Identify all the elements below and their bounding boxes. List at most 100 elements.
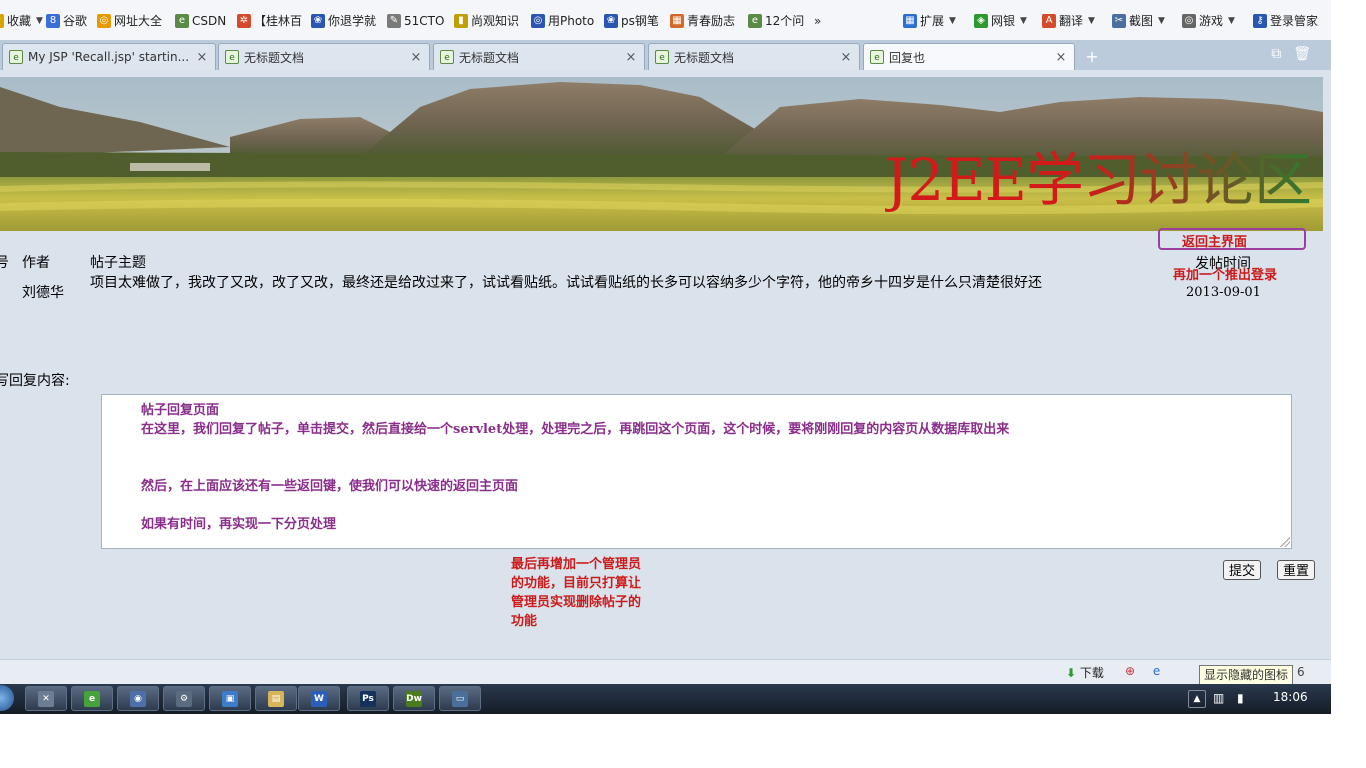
- restore-tabs-icon[interactable]: ⧉: [1271, 46, 1281, 62]
- taskbar: ✕ e ◉ ⚙ ▣ ▤ W Ps Dw ▭ ▲ ▥ ▮ 18:06: [0, 684, 1331, 714]
- reply-line: 在这里，我们回复了帖子，单击提交，然后直接给一个servlet处理，处理完之后，…: [141, 422, 1010, 437]
- media-icon: ◉: [130, 691, 146, 707]
- explorer-icon: ▤: [268, 691, 284, 707]
- reply-line: 如果有时间，再实现一下分页处理: [141, 517, 337, 532]
- page-favicon-icon: e: [440, 50, 454, 64]
- scissors-icon: ✂: [1112, 14, 1126, 28]
- back-to-main-link[interactable]: 返回主界面: [1182, 231, 1247, 250]
- tooltip: 显示隐藏的图标: [1199, 665, 1294, 685]
- taskbar-dreamweaver-button[interactable]: Dw: [393, 686, 435, 711]
- ie-icon[interactable]: e: [1153, 664, 1160, 678]
- reply-textarea[interactable]: 帖子回复页面 在这里，我们回复了帖子，单击提交，然后直接给一个servlet处理…: [101, 394, 1292, 549]
- translate-icon: A: [1042, 14, 1056, 28]
- window-icon: ▭: [452, 691, 468, 707]
- taskbar-tool-button[interactable]: ⚙: [163, 686, 205, 711]
- tab-title: 无标题文档: [459, 50, 520, 65]
- new-tab-button[interactable]: +: [1080, 46, 1104, 68]
- reset-button[interactable]: 重置: [1277, 560, 1316, 580]
- download-arrow-icon: ⬇: [1066, 666, 1077, 680]
- chevron-down-icon[interactable]: ▼: [1158, 11, 1165, 31]
- toolbar-item[interactable]: ◎ 游戏 ▼: [1182, 11, 1235, 31]
- close-icon[interactable]: ×: [195, 50, 209, 65]
- submit-button[interactable]: 提交: [1223, 560, 1262, 580]
- logout-link[interactable]: 再加一个推出登录: [1173, 264, 1277, 283]
- start-button[interactable]: [0, 685, 14, 711]
- toolbar-label: 游戏: [1199, 14, 1224, 28]
- desktop-icon: ✕: [38, 691, 54, 707]
- browser-tab[interactable]: e 回复也 ×: [863, 43, 1075, 70]
- browser-icon: e: [84, 691, 100, 707]
- toolbar-label: 翻译: [1059, 14, 1084, 28]
- network-icon[interactable]: ▥: [1213, 691, 1224, 705]
- post-time: 2013-09-01: [1186, 285, 1261, 300]
- tab-strip: e My JSP 'Recall.jsp' startin... × e 无标题文档 × e…: [0, 40, 1331, 70]
- trash-icon[interactable]: 🗑: [1293, 46, 1311, 62]
- tab-title: 回复也: [889, 50, 926, 65]
- page-favicon-icon: e: [9, 50, 23, 64]
- toolbar-label: 网银: [991, 14, 1016, 28]
- grid-icon: ▦: [903, 14, 917, 28]
- page-favicon-icon: e: [225, 50, 239, 64]
- bookmarks-bar: ★收藏▼8谷歌◎网址大全eCSDN✲【桂林百❀你退学就✎51CTO▮尚观知识◎用…: [0, 0, 1331, 41]
- status-bar: ⬇ 下载 ⊕ e 显示隐藏的图标 6: [0, 659, 1331, 685]
- power-icon[interactable]: ▮: [1237, 691, 1244, 705]
- toolbar-item[interactable]: ▦ 扩展 ▼: [903, 11, 956, 31]
- taskbar-photoshop-button[interactable]: Ps: [347, 686, 389, 711]
- page-favicon-icon: e: [655, 50, 669, 64]
- toolbar-item[interactable]: ◈ 网银 ▼: [974, 11, 1027, 31]
- toolbar-item[interactable]: ✂ 截图 ▼: [1112, 11, 1165, 31]
- admin-note: 最后再增加一个管理员的功能，目前只打算让管理员实现删除帖子的功能: [511, 557, 642, 629]
- resize-handle[interactable]: [1280, 537, 1290, 547]
- download-button[interactable]: ⬇ 下载: [1066, 664, 1104, 681]
- col-subject: 帖子主题: [90, 255, 146, 271]
- close-icon[interactable]: ×: [624, 50, 638, 65]
- post-author: 刘德华: [22, 285, 64, 301]
- post-body: 项目太难做了，我改了又改，改了又改，最终还是给改过来了，试试看贴纸。试试看贴纸的…: [90, 275, 1042, 291]
- browser-tab[interactable]: e 无标题文档 ×: [648, 43, 860, 70]
- reply-label: 写回复内容:: [0, 373, 70, 389]
- toolbar-item[interactable]: ⚷ 登录管家: [1253, 11, 1318, 31]
- tab-title: My JSP 'Recall.jsp' startin...: [28, 50, 190, 64]
- taskbar-browser-button[interactable]: e: [71, 686, 113, 711]
- gamepad-icon: ◎: [1182, 14, 1196, 28]
- chevron-down-icon[interactable]: ▼: [1020, 11, 1027, 31]
- download-label: 下载: [1079, 666, 1104, 680]
- photoshop-icon: Ps: [360, 691, 376, 707]
- browser-tab[interactable]: e 无标题文档 ×: [433, 43, 645, 70]
- shield-icon: ◈: [974, 14, 988, 28]
- close-icon[interactable]: ×: [839, 50, 853, 65]
- page-favicon-icon: e: [870, 50, 884, 64]
- toolbar-item[interactable]: A 翻译 ▼: [1042, 11, 1095, 31]
- word-icon: W: [311, 691, 327, 707]
- col-author: 作者: [22, 255, 50, 271]
- close-icon[interactable]: ×: [1054, 50, 1068, 65]
- banner-image: J2EE学习讨论区: [0, 77, 1323, 231]
- show-hidden-icons-button[interactable]: ▲: [1188, 690, 1206, 708]
- chevron-down-icon[interactable]: ▼: [1088, 11, 1095, 31]
- bookmarks-right: ▦ 扩展 ▼ ◈ 网银 ▼ A 翻译 ▼ ✂ 截图 ▼ ◎ 游戏 ▼ ⚷ 登录管家: [0, 11, 1331, 31]
- monitor-icon: ▣: [222, 691, 238, 707]
- taskbar-window-button[interactable]: ▭: [439, 686, 481, 711]
- taskbar-explorer-button[interactable]: ▤: [255, 686, 297, 711]
- taskbar-desktop-button[interactable]: ✕: [25, 686, 67, 711]
- chevron-down-icon[interactable]: ▼: [1228, 11, 1235, 31]
- taskbar-word-button[interactable]: W: [298, 686, 340, 711]
- taskbar-monitor-button[interactable]: ▣: [209, 686, 251, 711]
- toolbar-label: 截图: [1129, 14, 1154, 28]
- page-content: J2EE学习讨论区 返回主界面 发帖时间 再加一个推出登录 2013-09-01…: [0, 70, 1331, 659]
- taskbar-media-button[interactable]: ◉: [117, 686, 159, 711]
- dreamweaver-icon: Dw: [406, 691, 422, 707]
- key-icon: ⚷: [1253, 14, 1267, 28]
- tab-title: 无标题文档: [244, 50, 305, 65]
- toolbar-label: 扩展: [920, 14, 945, 28]
- browser-tab[interactable]: e 无标题文档 ×: [218, 43, 430, 70]
- clock[interactable]: 18:06: [1273, 690, 1308, 704]
- close-icon[interactable]: ×: [409, 50, 423, 65]
- col-number: 号: [0, 255, 9, 271]
- system-tray: ▲ ▥ ▮ 18:06: [1185, 686, 1331, 712]
- plus-icon[interactable]: ⊕: [1125, 664, 1135, 678]
- chevron-down-icon[interactable]: ▼: [949, 11, 956, 31]
- browser-tab[interactable]: e My JSP 'Recall.jsp' startin... ×: [2, 43, 216, 70]
- tab-title: 无标题文档: [674, 50, 735, 65]
- tab-tools: ⧉ 🗑: [1259, 46, 1311, 62]
